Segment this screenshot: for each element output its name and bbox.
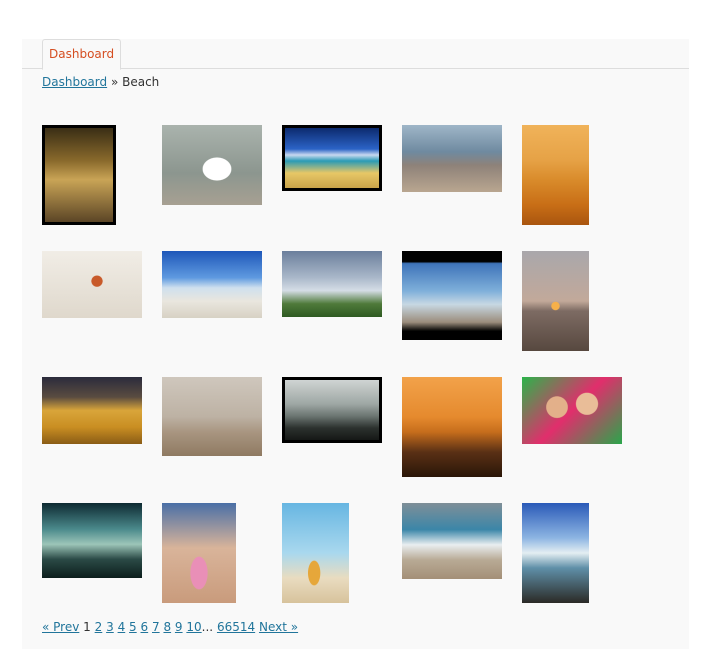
- pagination-page-7[interactable]: 7: [152, 620, 160, 634]
- thumb-wave-shore[interactable]: [402, 251, 502, 340]
- thumb-bikini-back[interactable]: [162, 503, 236, 603]
- pagination-current: 1: [83, 620, 91, 634]
- thumb-surf-woman[interactable]: [402, 503, 502, 579]
- gallery-panel: Dashboard Dashboard » Beach « Prev 1 2 3…: [22, 39, 689, 649]
- thumb-pier-mountains[interactable]: [282, 377, 382, 443]
- thumb-couple-beach[interactable]: [402, 125, 502, 192]
- breadcrumb-current: Beach: [122, 75, 160, 89]
- thumb-girls-hammock[interactable]: [522, 377, 622, 444]
- pagination-page-3[interactable]: 3: [106, 620, 114, 634]
- thumb-dusk-sea[interactable]: [522, 251, 589, 351]
- breadcrumb: Dashboard » Beach: [42, 75, 159, 89]
- thumb-kid-sand[interactable]: [42, 251, 142, 318]
- pagination-next[interactable]: Next »: [259, 620, 298, 634]
- tab-bar: Dashboard: [22, 39, 689, 70]
- pagination-page-4[interactable]: 4: [118, 620, 126, 634]
- thumb-white-ibis[interactable]: [162, 125, 262, 205]
- thumb-blue-sky-shore[interactable]: [162, 251, 262, 318]
- pagination-page-2[interactable]: 2: [95, 620, 103, 634]
- thumb-silhouette-sunset[interactable]: [402, 377, 502, 477]
- pagination-last-page[interactable]: 66514: [217, 620, 255, 634]
- thumb-tropical-beach[interactable]: [282, 125, 382, 191]
- thumb-beer-bottle[interactable]: [282, 503, 349, 603]
- pagination: « Prev 1 2 3 4 5 6 7 8 9 10... 66514 Nex…: [42, 620, 298, 634]
- pagination-page-6[interactable]: 6: [141, 620, 149, 634]
- pagination-page-8[interactable]: 8: [163, 620, 171, 634]
- pagination-prev[interactable]: « Prev: [42, 620, 79, 634]
- thumb-bird-sand[interactable]: [42, 377, 142, 444]
- pagination-ellipsis: ...: [201, 620, 214, 634]
- breadcrumb-link-dashboard[interactable]: Dashboard: [42, 75, 107, 89]
- thumb-rocky-shore[interactable]: [522, 503, 589, 603]
- pagination-page-5[interactable]: 5: [129, 620, 137, 634]
- breadcrumb-separator: »: [110, 75, 119, 89]
- thumb-hazy-beach[interactable]: [162, 377, 262, 456]
- thumb-lighthouse[interactable]: [282, 251, 382, 317]
- pagination-page-9[interactable]: 9: [175, 620, 183, 634]
- thumb-storm-clouds[interactable]: [42, 503, 142, 578]
- thumb-orange-sunset[interactable]: [522, 125, 589, 225]
- pagination-page-10[interactable]: 10: [186, 620, 201, 634]
- tab-dashboard[interactable]: Dashboard: [42, 39, 122, 70]
- thumb-pier-posts[interactable]: [42, 125, 116, 225]
